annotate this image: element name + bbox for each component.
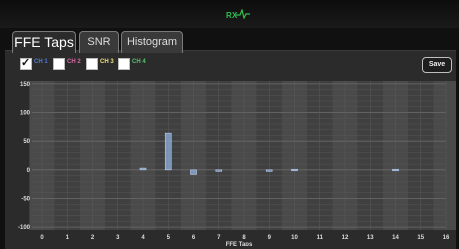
x-tick-label: 3 (116, 235, 120, 241)
ch3-checkbox[interactable] (86, 58, 98, 70)
tap-bar (190, 169, 197, 175)
tab-label: FFE Taps (14, 34, 74, 50)
chart-svg: 150100500-50-1000 1 2 3 4 5 6 7 8 9 10 11 12 13 14 15 16… (18, 81, 456, 246)
x-tick-label: 15 (417, 235, 424, 241)
x-tick-label: 6 (192, 235, 196, 241)
rx-ffe-window: RX FFE Taps SNR Histogram CH 1 CH 2 CH 3… (0, 0, 459, 249)
x-tick-label: 13 (367, 235, 374, 241)
x-tick-label: 16 (443, 235, 450, 241)
ch2-label: CH 2 (67, 59, 81, 65)
x-tick-label: 4 (141, 235, 145, 241)
x-tick-label: 8 (242, 235, 246, 241)
x-tick-label: 7 (217, 235, 221, 241)
tap-bar (392, 168, 399, 172)
x-tick-label: 10 (291, 235, 298, 241)
tab-ffe-taps[interactable]: FFE Taps (12, 31, 76, 54)
tap-bar (139, 167, 147, 171)
x-tick-label: 2 (91, 235, 95, 241)
x-tick-label: 5 (167, 235, 171, 241)
tap-bar (291, 168, 298, 172)
ch1-checkbox[interactable] (20, 56, 32, 70)
x-tick-label: 11 (317, 235, 324, 241)
save-button[interactable]: Save (422, 57, 452, 73)
x-tick-label: 12 (342, 235, 349, 241)
y-tick-label: 100 (20, 111, 31, 117)
tab-snr[interactable]: SNR (79, 31, 119, 53)
ch4-checkbox[interactable] (118, 58, 130, 70)
x-tick-label: 9 (268, 235, 272, 241)
grid-band (433, 81, 456, 230)
rx-logo: RX (226, 9, 250, 20)
ffe-taps-chart: 150 100 50 0 -50 -100 0 1 2 3 4 5 6 7 8 9 10 11 12 13 14 15 16… (5, 78, 456, 246)
x-axis-label: FFE Taps (226, 242, 253, 246)
tab-label: Histogram (126, 36, 178, 48)
y-tick-label: -50 (21, 196, 30, 202)
ch2-checkbox[interactable] (53, 58, 65, 70)
tap-bar (265, 169, 273, 172)
ch4-label: CH 4 (132, 59, 146, 65)
ch3-label: CH 3 (100, 59, 114, 65)
tab-label: SNR (87, 36, 111, 48)
tap-bar (164, 132, 172, 171)
x-tick-label: 1 (66, 235, 70, 241)
x-tick-label: 14 (392, 235, 399, 241)
ch1-label: CH 1 (34, 59, 48, 65)
x-tick-label: 0 (40, 235, 44, 241)
signal-pulse-icon (236, 9, 250, 19)
y-tick-label: -100 (18, 225, 31, 231)
y-tick-label: 150 (20, 82, 31, 88)
tap-bar (215, 169, 223, 172)
y-tick-label: 50 (23, 139, 30, 145)
top-bar: RX (0, 0, 459, 28)
tab-histogram[interactable]: Histogram (121, 31, 183, 53)
